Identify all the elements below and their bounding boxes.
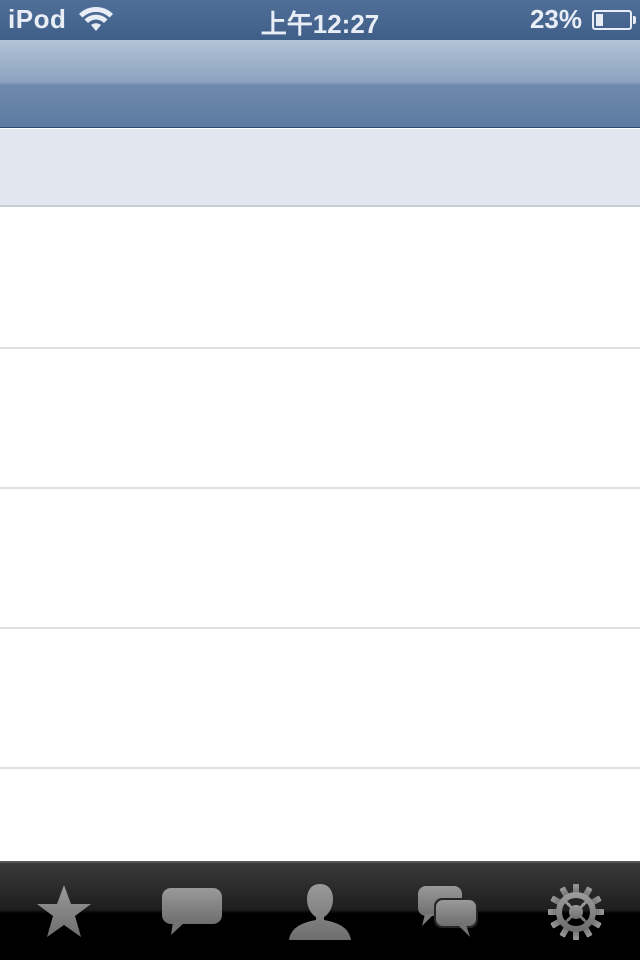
status-left: iPod bbox=[8, 4, 114, 35]
table-row[interactable] bbox=[0, 349, 640, 489]
tab-settings[interactable] bbox=[512, 863, 640, 960]
person-icon bbox=[289, 883, 351, 940]
status-right: 23% bbox=[529, 4, 636, 35]
battery-percent: 23% bbox=[529, 4, 582, 34]
gear-icon bbox=[548, 883, 604, 940]
table-row[interactable] bbox=[0, 489, 640, 629]
battery-level bbox=[596, 14, 603, 26]
table-row[interactable] bbox=[0, 209, 640, 349]
sub-header bbox=[0, 129, 640, 207]
navigation-bar bbox=[0, 40, 640, 128]
tab-messages[interactable] bbox=[128, 863, 256, 960]
speech-bubble-icon bbox=[162, 887, 222, 935]
table-view[interactable] bbox=[0, 209, 640, 861]
tab-favorites[interactable] bbox=[0, 863, 128, 960]
chat-bubbles-icon bbox=[418, 885, 478, 937]
battery-icon bbox=[592, 10, 636, 30]
wifi-icon bbox=[79, 6, 114, 31]
carrier-label: iPod bbox=[8, 4, 67, 34]
tab-bar bbox=[0, 861, 640, 960]
star-icon bbox=[37, 884, 91, 937]
tab-contacts[interactable] bbox=[256, 863, 384, 960]
tab-chats[interactable] bbox=[384, 863, 512, 960]
status-bar: 上午12:27 iPod 23% bbox=[0, 0, 640, 40]
table-row[interactable] bbox=[0, 629, 640, 769]
table-row[interactable] bbox=[0, 769, 640, 861]
